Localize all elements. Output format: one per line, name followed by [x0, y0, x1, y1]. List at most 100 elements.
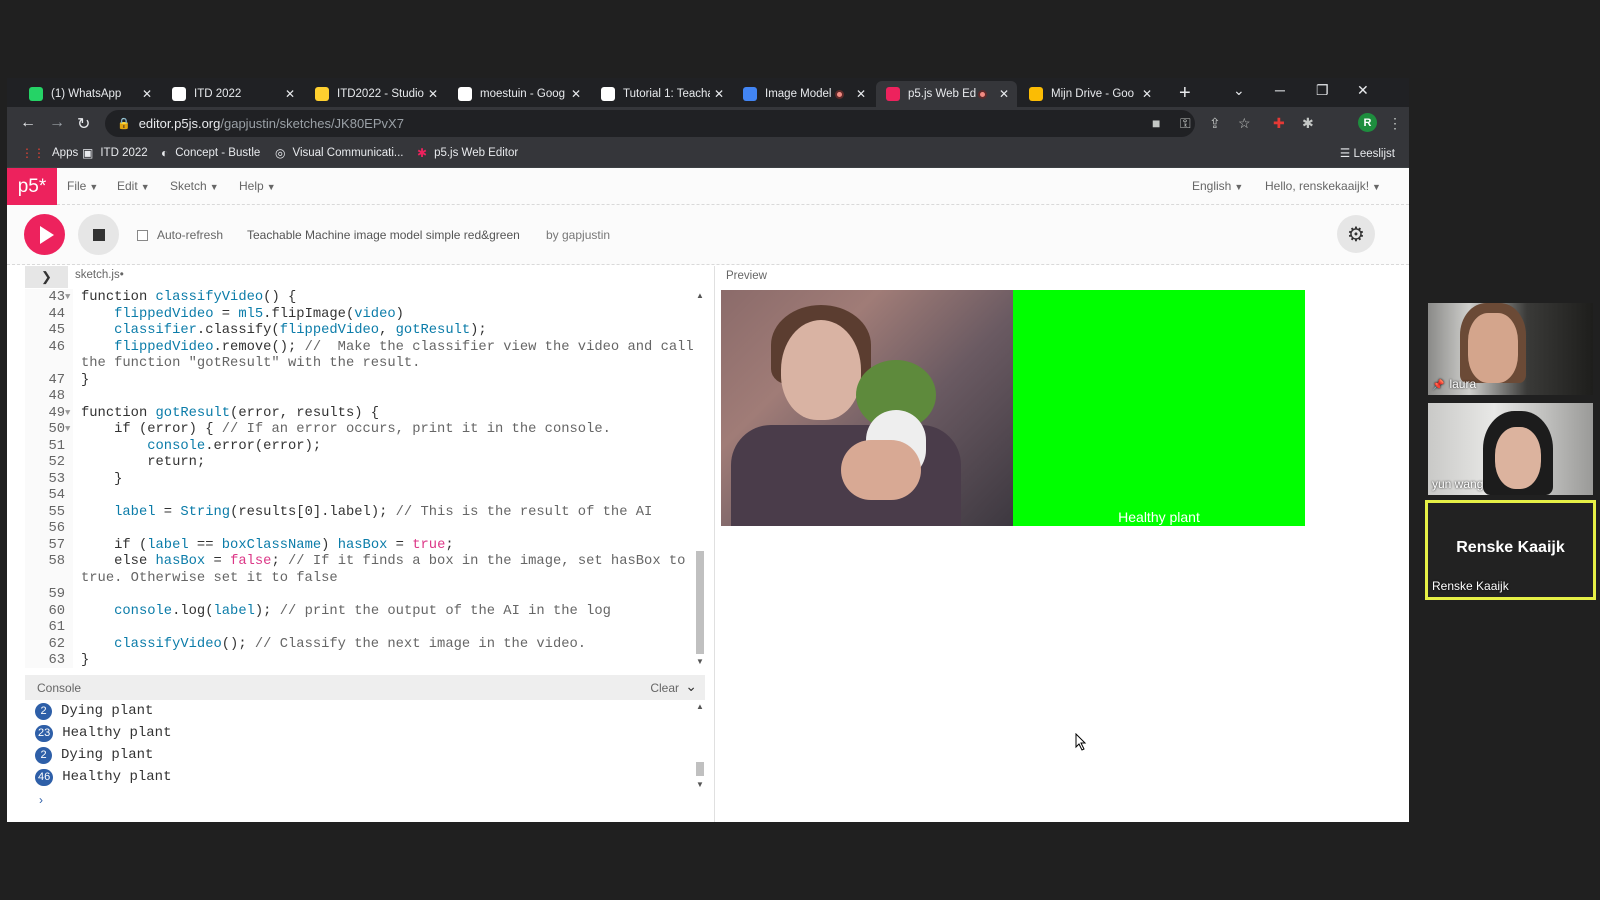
line-number: 43 — [48, 290, 65, 305]
tab-7[interactable]: Mijn Drive - Goo ✕ — [1019, 81, 1160, 107]
bookmark-visual[interactable]: ◎ Visual Communicati... — [275, 146, 403, 160]
close-tab-icon[interactable]: ✕ — [142, 87, 152, 101]
bookmark-concept[interactable]: ◐ Concept - Bustle — [161, 146, 260, 160]
editor-scrollbar[interactable]: ▲ ▼ — [695, 289, 705, 668]
language-menu[interactable]: English ▼ — [1192, 179, 1243, 193]
menu-help[interactable]: Help ▼ — [239, 179, 276, 193]
tab-0[interactable]: (1) WhatsApp ✕ — [19, 81, 160, 107]
play-button[interactable] — [24, 214, 65, 255]
pane-divider[interactable] — [714, 266, 715, 822]
p5-logo[interactable]: p5* — [7, 168, 57, 205]
puzzle-icon[interactable]: ✱ — [1302, 115, 1314, 132]
code-line[interactable]: 58 else hasBox = false; // If it finds a… — [25, 553, 705, 570]
code-line[interactable]: 61 — [25, 619, 705, 636]
fold-arrow-icon[interactable]: ▼ — [65, 421, 70, 438]
fold-arrow-icon[interactable]: ▼ — [65, 289, 70, 306]
key-icon[interactable]: ⚿ — [1180, 115, 1191, 132]
reload-icon[interactable]: ↻ — [77, 114, 90, 134]
tab-2[interactable]: ITD2022 - Studio ✕ — [305, 81, 446, 107]
caret-down-icon: ▼ — [1234, 182, 1244, 192]
close-tab-icon[interactable]: ✕ — [999, 87, 1009, 101]
user-menu[interactable]: Hello, renskekaaijk! ▼ — [1265, 179, 1381, 193]
console-prompt[interactable]: › — [25, 790, 705, 810]
code-line[interactable]: 50 ▼ if (error) { // If an error occurs, … — [25, 421, 705, 438]
restore-button[interactable]: ❐ — [1316, 82, 1329, 99]
scroll-up-arrow-icon[interactable]: ▲ — [696, 702, 704, 711]
stop-button[interactable] — [78, 214, 119, 255]
bookmark-apps[interactable]: ⋮⋮ Apps — [21, 146, 78, 160]
tab-4[interactable]: Tutorial 1: Teacha ✕ — [591, 81, 732, 107]
tab-5[interactable]: Image Model ✕ — [733, 81, 874, 107]
participant-tile-renske[interactable]: Renske Kaaijk Renske Kaaijk — [1425, 500, 1596, 600]
code-line[interactable]: 47} — [25, 372, 705, 389]
code-line[interactable]: 52 return; — [25, 454, 705, 471]
reading-list[interactable]: ☰ Leeslijst — [1340, 146, 1395, 160]
bookmark-itd[interactable]: ▣ ITD 2022 — [82, 146, 148, 160]
fold-arrow-icon[interactable]: ▼ — [65, 405, 70, 422]
settings-gear-icon[interactable]: ⚙ — [1337, 215, 1375, 253]
chevron-down-icon[interactable]: ⌄ — [685, 678, 697, 695]
code-line[interactable]: 49 ▼ function gotResult(error, results) { — [25, 405, 705, 422]
console-scroll-thumb[interactable] — [696, 762, 704, 776]
close-window-button[interactable]: ✕ — [1357, 82, 1369, 99]
share-icon[interactable]: ⇪ — [1209, 115, 1221, 132]
code-line[interactable]: 53 } — [25, 471, 705, 488]
code-line[interactable]: 57 if (label == boxClassName) hasBox = t… — [25, 537, 705, 554]
camera-icon[interactable]: ■ — [1152, 115, 1160, 131]
code-editor[interactable]: 43 ▼ function classifyVideo() {44 flippedV… — [25, 289, 705, 668]
participant-tile-yun-wang[interactable]: yun wang — [1428, 403, 1593, 495]
code-line[interactable]: true. Otherwise set it to false — [25, 570, 705, 587]
sidebar-toggle-button[interactable]: ❯ — [25, 266, 68, 288]
close-tab-icon[interactable]: ✕ — [428, 87, 438, 101]
auto-refresh-checkbox[interactable] — [137, 229, 148, 241]
code-line[interactable]: 63} — [25, 652, 705, 668]
scroll-up-arrow-icon[interactable]: ▲ — [696, 291, 704, 300]
code-line[interactable]: 54 — [25, 487, 705, 504]
scroll-down-arrow-icon[interactable]: ▼ — [696, 780, 704, 789]
code-line[interactable]: 60 console.log(label); // print the outp… — [25, 603, 705, 620]
tab-6[interactable]: p5.js Web Ed ✕ — [876, 81, 1017, 107]
tab-1[interactable]: ITD 2022 ✕ — [162, 81, 303, 107]
participant-tile-laura[interactable]: 📌 laura — [1428, 303, 1593, 395]
code-line[interactable]: the function "gotResult" with the result… — [25, 355, 705, 372]
minimize-button[interactable]: ─ — [1275, 82, 1285, 98]
code-line[interactable]: 62 classifyVideo(); // Classify the next… — [25, 636, 705, 653]
close-tab-icon[interactable]: ✕ — [285, 87, 295, 101]
sketch-title[interactable]: Teachable Machine image model simple red… — [247, 228, 520, 242]
menu-sketch[interactable]: Sketch ▼ — [170, 179, 219, 193]
extension-icon[interactable]: ✚ — [1273, 115, 1285, 132]
code-line[interactable]: 46 flippedVideo.remove(); // Make the cl… — [25, 339, 705, 356]
code-line[interactable]: 59 — [25, 586, 705, 603]
code-line[interactable]: 44 flippedVideo = ml5.flipImage(video) — [25, 306, 705, 323]
auto-refresh-toggle[interactable]: Auto-refresh — [137, 228, 223, 242]
scroll-thumb[interactable] — [696, 551, 704, 654]
code-line[interactable]: 55 label = String(results[0].label); // … — [25, 504, 705, 521]
back-icon[interactable]: ← — [20, 114, 36, 132]
menu-file[interactable]: File ▼ — [67, 179, 98, 193]
code-line[interactable]: 51 console.error(error); — [25, 438, 705, 455]
close-tab-icon[interactable]: ✕ — [856, 87, 866, 101]
profile-avatar[interactable]: R — [1358, 113, 1377, 132]
console-scrollbar[interactable]: ▲ ▼ — [695, 700, 705, 790]
tab-3[interactable]: moestuin - Goog ✕ — [448, 81, 589, 107]
new-tab-button[interactable]: + — [1179, 82, 1191, 105]
bookmark-star-icon[interactable]: ☆ — [1238, 115, 1251, 132]
menu-edit[interactable]: Edit ▼ — [117, 179, 150, 193]
scroll-down-arrow-icon[interactable]: ▼ — [696, 657, 704, 666]
close-tab-icon[interactable]: ✕ — [571, 87, 581, 101]
close-tab-icon[interactable]: ✕ — [1142, 87, 1152, 101]
code-line[interactable]: 56 — [25, 520, 705, 537]
kebab-menu-icon[interactable]: ⋮ — [1388, 115, 1402, 132]
code-text: classifier.classify(flippedVideo, gotRes… — [114, 323, 487, 338]
tab-search-icon[interactable]: ⌄ — [1233, 82, 1245, 99]
sketch-author[interactable]: by gapjustin — [546, 228, 610, 242]
forward-icon[interactable]: → — [49, 114, 65, 132]
code-line[interactable]: 48 — [25, 388, 705, 405]
bookmark-p5[interactable]: ✱ p5.js Web Editor — [417, 146, 518, 160]
code-line[interactable]: 43 ▼ function classifyVideo() { — [25, 289, 705, 306]
address-bar[interactable]: 🔒 editor.p5js.org/gapjustin/sketches/JK8… — [105, 110, 1195, 137]
file-tab[interactable]: sketch.js• — [75, 269, 124, 281]
code-line[interactable]: 45 classifier.classify(flippedVideo, got… — [25, 322, 705, 339]
console-clear-button[interactable]: Clear — [650, 681, 679, 695]
close-tab-icon[interactable]: ✕ — [714, 87, 724, 101]
